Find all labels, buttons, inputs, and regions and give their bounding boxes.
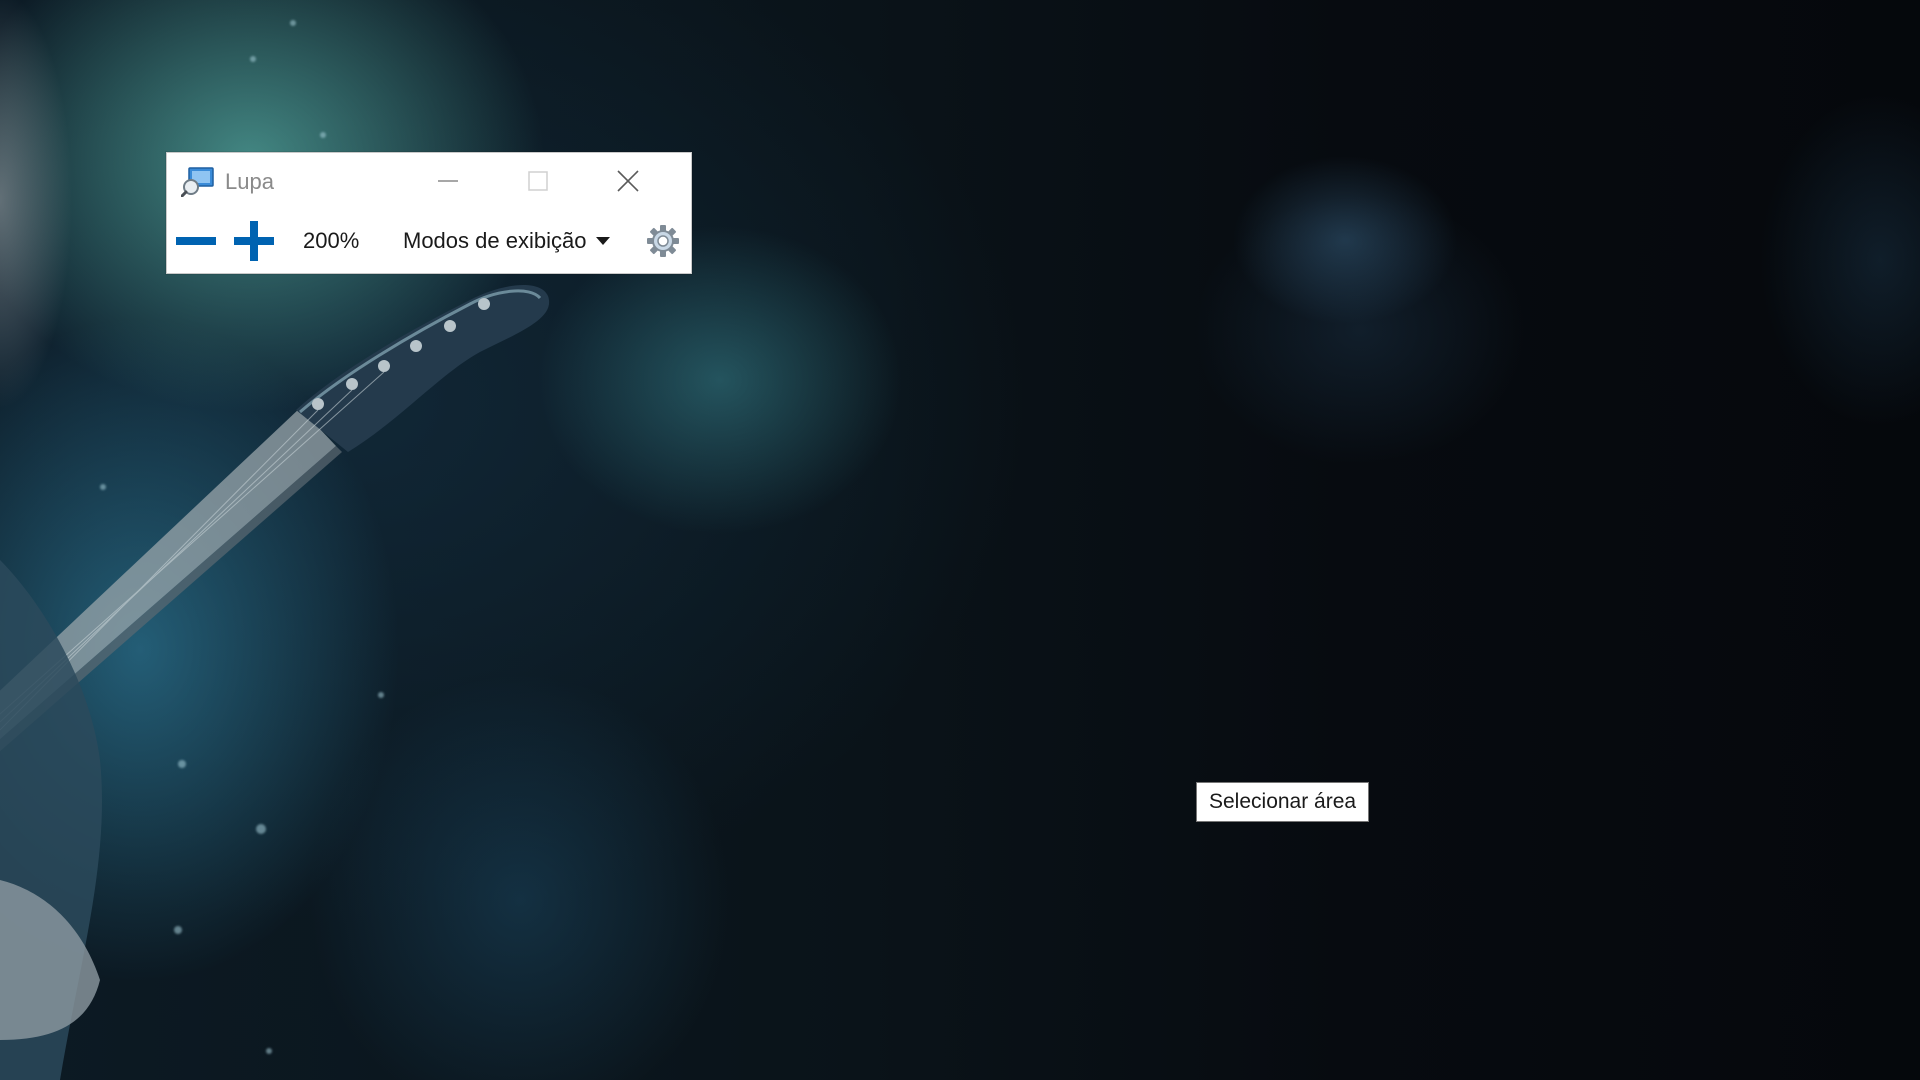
close-button[interactable] [583,153,673,209]
star [250,56,256,62]
caret-down-icon [596,237,611,245]
close-icon [617,170,639,192]
magnifier-toolbar: 200% Modos de exibição [167,209,691,273]
tooltip: Selecionar área [1196,782,1370,822]
minimize-icon [438,180,458,182]
views-label: Modos de exibição [403,228,587,253]
zoom-in-button[interactable] [225,209,283,273]
zoom-out-button[interactable] [167,209,225,273]
zoom-level-value: 200% [303,228,360,253]
magnifier-app-icon [181,167,214,197]
star [100,484,106,490]
minimize-button[interactable] [403,153,493,209]
maximize-button[interactable] [493,153,583,209]
maximize-icon [528,171,548,191]
star [178,760,186,768]
star [320,132,326,138]
star [378,692,384,698]
star [174,926,182,934]
star [256,824,266,834]
star [266,1048,272,1054]
views-dropdown-button[interactable]: Modos de exibição [395,209,618,273]
magnifier-window[interactable]: Lupa 200% Modos de exibição [166,152,692,274]
settings-button[interactable] [639,209,687,273]
title-bar[interactable]: Lupa [167,153,691,209]
minus-icon [176,237,216,245]
plus-icon [234,221,274,261]
gear-icon [647,225,679,257]
star [290,20,296,26]
window-title: Lupa [225,169,274,194]
